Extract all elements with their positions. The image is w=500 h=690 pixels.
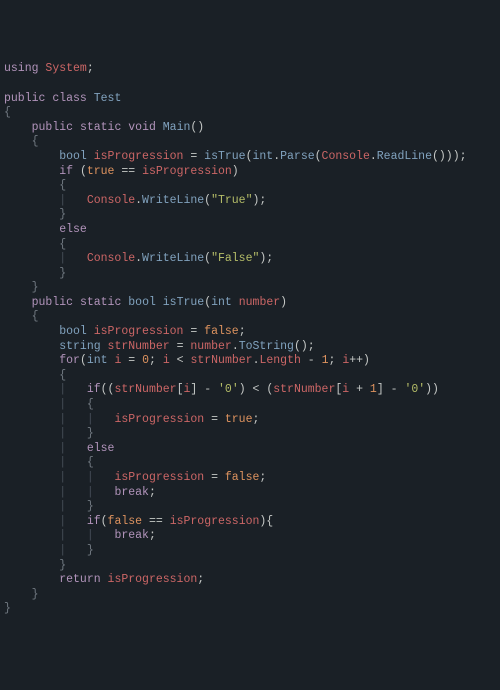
class-name: Test (94, 92, 122, 105)
namespace: System (45, 62, 86, 75)
keyword-using: using (4, 62, 39, 75)
keyword-public: public (4, 92, 45, 105)
code-editor: using System; public class Test { public… (4, 62, 496, 617)
keyword-class: class (52, 92, 87, 105)
method-main: Main (163, 121, 191, 134)
method-istrue: isTrue (163, 296, 204, 309)
